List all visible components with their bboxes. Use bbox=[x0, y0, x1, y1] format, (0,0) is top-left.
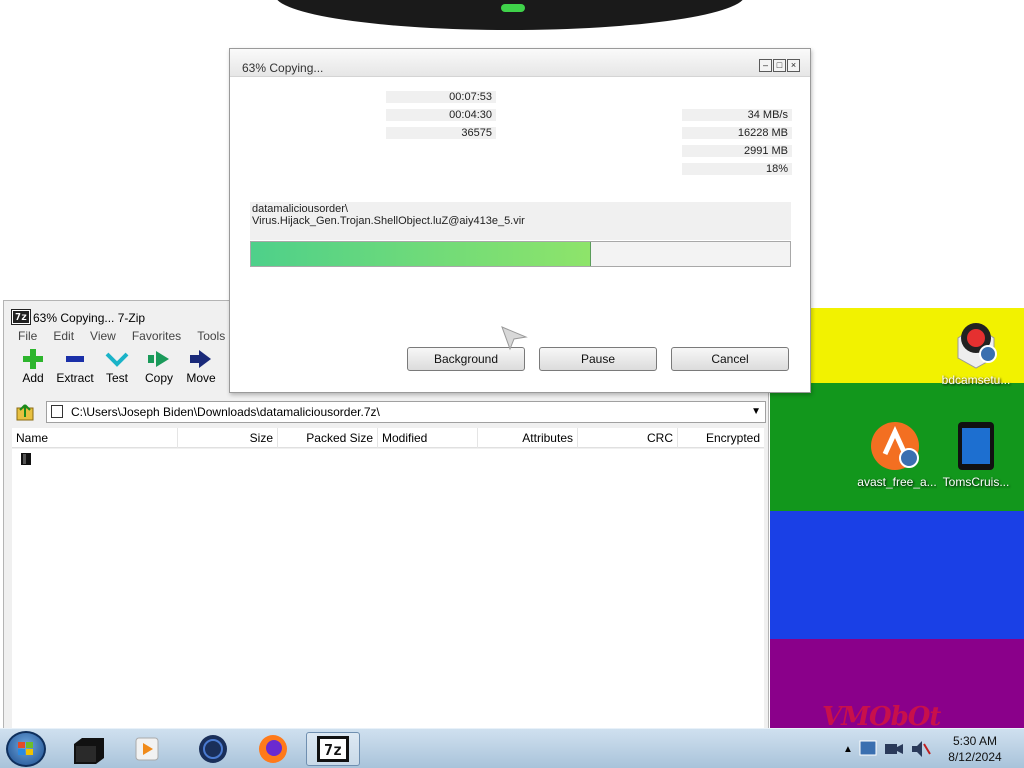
menu-favorites[interactable]: Favorites bbox=[124, 327, 189, 347]
list-header: Name Size Packed Size Modified Attribute… bbox=[12, 428, 764, 448]
copy-arrow-icon bbox=[148, 351, 169, 367]
minimize-button[interactable]: – bbox=[759, 59, 772, 72]
clock-date: 8/12/2024 bbox=[948, 750, 1002, 764]
tablet-icon bbox=[958, 422, 994, 470]
total-size: 16228 MB bbox=[682, 127, 792, 139]
taskbar-file-manager[interactable] bbox=[62, 732, 116, 766]
menu-view[interactable]: View bbox=[82, 327, 124, 347]
column-crc[interactable]: CRC bbox=[578, 428, 678, 448]
clock[interactable]: 5:30 AM 8/12/2024 bbox=[935, 733, 1015, 765]
folder-icon[interactable] bbox=[20, 452, 32, 466]
file-list bbox=[12, 449, 764, 729]
archive-icon bbox=[51, 405, 63, 418]
plus-icon bbox=[23, 349, 43, 369]
bandicam-icon bbox=[957, 323, 997, 369]
folder-up-icon[interactable] bbox=[16, 403, 36, 421]
taskbar-globe[interactable] bbox=[186, 732, 240, 766]
desktop-icon-bdcam[interactable]: bdcamsetu... bbox=[936, 318, 1016, 387]
taskbar-firefox[interactable] bbox=[246, 732, 300, 766]
chevron-down-icon[interactable]: ▼ bbox=[751, 402, 761, 422]
desktop-icon-tomscruise[interactable]: TomsCruis... bbox=[936, 420, 1016, 489]
path-field[interactable]: C:\Users\Joseph Biden\Downloads\datamali… bbox=[46, 401, 766, 423]
menu-file[interactable]: File bbox=[10, 327, 45, 347]
move-arrow-icon bbox=[190, 350, 211, 368]
menu-tools[interactable]: Tools bbox=[189, 327, 233, 347]
remaining-time: 00:04:30 bbox=[386, 109, 496, 121]
cursor-icon bbox=[501, 326, 528, 351]
column-attributes[interactable]: Attributes bbox=[478, 428, 578, 448]
address-bar: C:\Users\Joseph Biden\Downloads\datamali… bbox=[12, 401, 766, 423]
elapsed-time: 00:07:53 bbox=[386, 91, 496, 103]
file-count: 36575 bbox=[386, 127, 496, 139]
current-path: datamaliciousorder\ bbox=[252, 203, 348, 215]
compression-ratio: 18% bbox=[682, 163, 792, 175]
column-name[interactable]: Name bbox=[12, 428, 178, 448]
copy-speed: 34 MB/s bbox=[682, 109, 792, 121]
start-button[interactable] bbox=[6, 731, 46, 767]
taskbar-7zip[interactable]: 7z bbox=[306, 732, 360, 766]
dock-indicator bbox=[501, 4, 525, 12]
desktop-icon-avast[interactable]: avast_free_a... bbox=[857, 420, 937, 489]
progress-bar bbox=[250, 241, 791, 267]
sevenzip-icon: 7z bbox=[11, 309, 31, 325]
avast-icon bbox=[871, 422, 919, 470]
clock-time: 5:30 AM bbox=[952, 734, 998, 748]
volume-muted-icon[interactable] bbox=[909, 738, 931, 760]
dialog-titlebar[interactable]: 63% Copying... – □ × bbox=[230, 49, 810, 77]
dialog-title: 63% Copying... bbox=[242, 61, 324, 75]
desktop-stripe-blue bbox=[770, 511, 1024, 639]
svg-text:7z: 7z bbox=[324, 741, 342, 759]
camera-icon[interactable] bbox=[883, 738, 905, 760]
taskbar-media-player[interactable] bbox=[120, 732, 174, 766]
cancel-button[interactable]: Cancel bbox=[671, 347, 789, 371]
processed-size: 2991 MB bbox=[682, 145, 792, 157]
minus-icon bbox=[66, 356, 84, 362]
extract-button[interactable]: Extract bbox=[54, 347, 96, 389]
copy-button[interactable]: Copy bbox=[138, 347, 180, 389]
current-file: Virus.Hijack_Gen.Trojan.ShellObject.luZ@… bbox=[252, 215, 525, 227]
menu-edit[interactable]: Edit bbox=[45, 327, 82, 347]
column-modified[interactable]: Modified bbox=[378, 428, 478, 448]
network-icon[interactable] bbox=[857, 738, 879, 760]
sevenzip-title: 63% Copying... 7-Zip bbox=[33, 311, 146, 325]
globe-icon bbox=[199, 735, 227, 763]
add-button[interactable]: Add bbox=[12, 347, 54, 389]
path-text: C:\Users\Joseph Biden\Downloads\datamali… bbox=[71, 405, 380, 419]
firefox-icon bbox=[259, 735, 287, 763]
column-packed-size[interactable]: Packed Size bbox=[278, 428, 378, 448]
tray-expand-icon[interactable]: ▲ bbox=[843, 744, 853, 755]
progress-fill bbox=[251, 242, 591, 266]
windows-logo-icon bbox=[18, 742, 33, 755]
test-button[interactable]: Test bbox=[96, 347, 138, 389]
media-player-icon bbox=[135, 737, 159, 761]
column-size[interactable]: Size bbox=[178, 428, 278, 448]
taskbar: 7z ▲ 5:30 AM 8/12/2024 bbox=[0, 728, 1024, 768]
move-button[interactable]: Move bbox=[180, 347, 222, 389]
pause-button[interactable]: Pause bbox=[539, 347, 657, 371]
top-dock bbox=[275, 0, 745, 30]
maximize-button[interactable]: □ bbox=[773, 59, 786, 72]
current-file-area: datamaliciousorder\ Virus.Hijack_Gen.Tro… bbox=[250, 202, 791, 240]
column-encrypted[interactable]: Encrypted bbox=[678, 428, 764, 448]
close-button[interactable]: × bbox=[787, 59, 800, 72]
sevenzip-taskbar-icon: 7z bbox=[317, 736, 349, 762]
file-manager-icon bbox=[74, 738, 104, 764]
checkmark-icon bbox=[105, 352, 129, 367]
system-tray: ▲ bbox=[843, 731, 931, 767]
